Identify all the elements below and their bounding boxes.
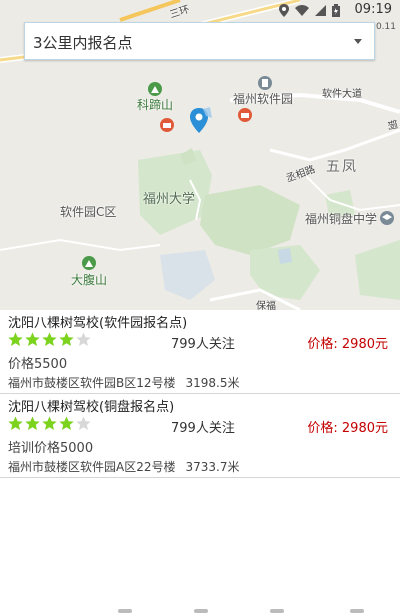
rating-stars (8, 332, 91, 347)
star-filled-icon (8, 332, 23, 346)
map-road-bottom: 保福 (256, 301, 276, 310)
nav-hint (350, 609, 364, 613)
star-filled-icon (42, 332, 57, 346)
address: 福州市鼓楼区软件园B区12号楼 3198.5米 (8, 374, 240, 391)
fee-text: 培训价格5000 (8, 441, 94, 456)
map-label-wufeng: 五凤 (326, 159, 358, 175)
battery-icon (332, 3, 340, 17)
distance: 3733.7米 (185, 460, 240, 474)
nav-hint (270, 609, 284, 613)
followers-count: 799人关注 (171, 337, 235, 352)
mountain-icon (82, 256, 96, 270)
location-pin-icon[interactable] (190, 106, 216, 138)
list-item[interactable]: 沈阳八棵树驾校(铜盘报名点) 799人关注 价格: 2980元 培训价格5000… (0, 394, 400, 478)
star-filled-icon (25, 332, 40, 346)
location-icon (279, 3, 289, 17)
dropdown-arrow-icon[interactable] (354, 39, 362, 44)
status-bar: 09:19 (0, 0, 400, 20)
price: 价格: 2980元 (307, 421, 388, 436)
school-name: 沈阳八棵树驾校(铜盘报名点) (8, 400, 175, 415)
status-icons (279, 3, 340, 17)
map-label-software-park-c: 软件园C区 (60, 205, 117, 219)
building-icon (258, 76, 272, 90)
map-road-software-avenue: 软件大道 (322, 89, 362, 100)
school-name: 沈阳八棵树驾校(软件园报名点) (8, 316, 188, 331)
bottom-nav (0, 606, 400, 616)
wifi-icon (295, 4, 309, 16)
screen: 三环 科蹄山 福州软件园 软件大道 铜 丞相路 五凤 福州大学 软件园C区 福州… (0, 0, 400, 616)
star-empty-icon (76, 332, 91, 346)
signal-icon (315, 4, 326, 16)
list-item[interactable]: 沈阳八棵树驾校(软件园报名点) 799人关注 价格: 2980元 价格5500 … (0, 310, 400, 394)
map-label-tongpan-middle: 福州铜盘中学 (305, 212, 378, 226)
mountain-icon (148, 82, 162, 96)
nav-hint (194, 609, 208, 613)
fee-text: 价格5500 (8, 357, 68, 372)
map-label-software-park: 福州软件园 (233, 92, 294, 106)
address-text: 福州市鼓楼区软件园A区22号楼 (8, 460, 176, 474)
map-label-keti-shan: 科蹄山 (137, 98, 174, 112)
school-cap-icon (380, 211, 394, 225)
nav-hint (118, 609, 132, 613)
star-filled-icon (42, 416, 57, 430)
school-icon (160, 118, 174, 132)
status-time: 09:19 (354, 2, 392, 17)
range-dropdown-label: 3公里内报名点 (33, 34, 133, 52)
school-list: 沈阳八棵树驾校(软件园报名点) 799人关注 价格: 2980元 价格5500 … (0, 310, 400, 478)
star-filled-icon (59, 332, 74, 346)
address: 福州市鼓楼区软件园A区22号楼 3733.7米 (8, 458, 239, 475)
map-label-dafu-shan: 大腹山 (71, 273, 108, 287)
school-icon (238, 108, 252, 122)
rating-stars (8, 416, 91, 431)
star-filled-icon (59, 416, 74, 430)
star-filled-icon (25, 416, 40, 430)
price: 价格: 2980元 (307, 337, 388, 352)
star-filled-icon (8, 416, 23, 430)
address-text: 福州市鼓楼区软件园B区12号楼 (8, 376, 176, 390)
distance: 3198.5米 (185, 376, 240, 390)
range-dropdown[interactable]: 3公里内报名点 (24, 22, 375, 60)
star-empty-icon (76, 416, 91, 430)
followers-count: 799人关注 (171, 421, 235, 436)
map-label-fuzhou-university: 福州大学 (143, 192, 196, 207)
